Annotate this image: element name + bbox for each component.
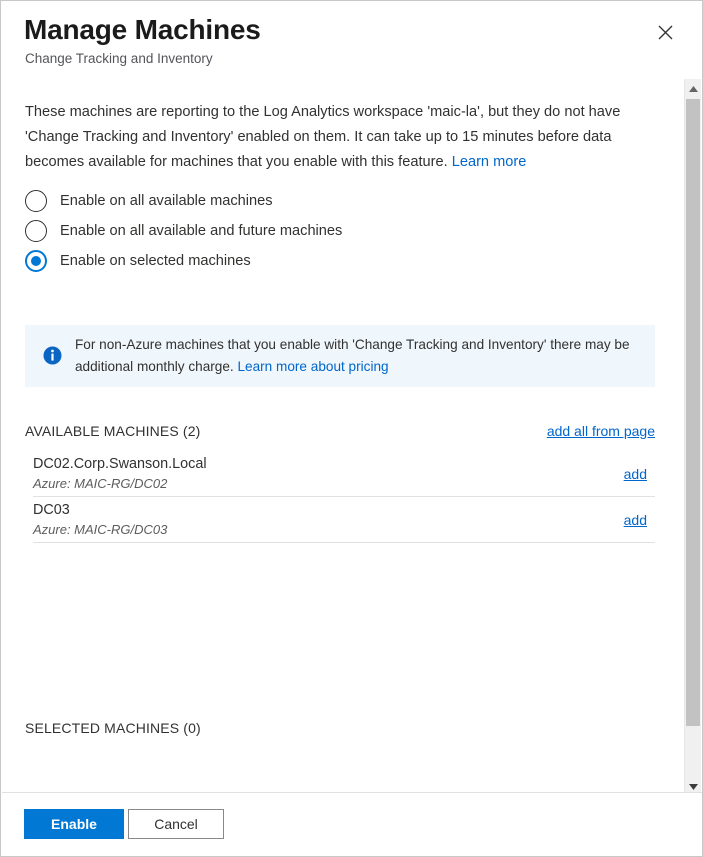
radio-label: Enable on selected machines: [60, 253, 251, 269]
machine-info: DC02.Corp.Swanson.Local Azure: MAIC-RG/D…: [33, 455, 207, 493]
selected-machines-title: SELECTED MACHINES (0): [25, 720, 201, 736]
vertical-scrollbar[interactable]: [684, 79, 701, 794]
machine-info: DC03 Azure: MAIC-RG/DC03: [33, 501, 167, 539]
table-row[interactable]: DC02.Corp.Swanson.Local Azure: MAIC-RG/D…: [33, 451, 655, 497]
pricing-learn-more-link[interactable]: Learn more about pricing: [237, 359, 388, 374]
table-row[interactable]: DC03 Azure: MAIC-RG/DC03 add: [33, 497, 655, 543]
close-icon: [658, 25, 673, 40]
dialog-body: These machines are reporting to the Log …: [2, 79, 702, 794]
description-text: These machines are reporting to the Log …: [25, 104, 621, 170]
available-machines-list: DC02.Corp.Swanson.Local Azure: MAIC-RG/D…: [33, 451, 655, 543]
machine-name: DC02.Corp.Swanson.Local: [33, 455, 207, 472]
radio-option-all-available[interactable]: Enable on all available machines: [25, 186, 525, 216]
radio-label: Enable on all available machines: [60, 193, 273, 209]
scrollbar-thumb[interactable]: [686, 99, 700, 726]
dialog-footer: Enable Cancel: [2, 792, 702, 855]
radio-mark-icon: [25, 190, 47, 212]
radio-option-selected-machines[interactable]: Enable on selected machines: [25, 246, 525, 276]
info-circle-icon: [43, 346, 62, 365]
add-all-from-page-link[interactable]: add all from page: [547, 423, 655, 439]
page-subtitle: Change Tracking and Inventory: [25, 51, 213, 66]
add-machine-link[interactable]: add: [624, 512, 647, 528]
scroll-up-button[interactable]: [685, 79, 701, 96]
page-title: Manage Machines: [24, 14, 261, 45]
radio-mark-selected-icon: [25, 250, 47, 272]
manage-machines-dialog: Manage Machines Change Tracking and Inve…: [0, 0, 703, 857]
enable-button[interactable]: Enable: [24, 809, 124, 839]
triangle-up-icon: [688, 79, 698, 97]
description-paragraph: These machines are reporting to the Log …: [25, 100, 657, 175]
machine-detail: Azure: MAIC-RG/DC02: [33, 475, 168, 491]
machine-detail: Azure: MAIC-RG/DC03: [33, 521, 168, 537]
pricing-info-banner: For non-Azure machines that you enable w…: [25, 325, 655, 387]
available-machines-title: AVAILABLE MACHINES (2): [25, 423, 201, 439]
radio-label: Enable on all available and future machi…: [60, 223, 343, 239]
dialog-header: Manage Machines Change Tracking and Inve…: [1, 1, 702, 79]
add-machine-link[interactable]: add: [624, 466, 647, 482]
radio-mark-icon: [25, 220, 47, 242]
available-machines-header: AVAILABLE MACHINES (2) add all from page: [25, 423, 655, 439]
machine-name: DC03: [33, 501, 70, 518]
enable-scope-radio-group: Enable on all available machines Enable …: [25, 186, 525, 276]
info-banner-text: For non-Azure machines that you enable w…: [75, 334, 635, 378]
learn-more-link[interactable]: Learn more: [452, 154, 527, 170]
cancel-button[interactable]: Cancel: [128, 809, 224, 839]
radio-option-all-available-and-future[interactable]: Enable on all available and future machi…: [25, 216, 525, 246]
close-button[interactable]: [652, 19, 678, 45]
selected-machines-header: SELECTED MACHINES (0): [25, 720, 655, 736]
